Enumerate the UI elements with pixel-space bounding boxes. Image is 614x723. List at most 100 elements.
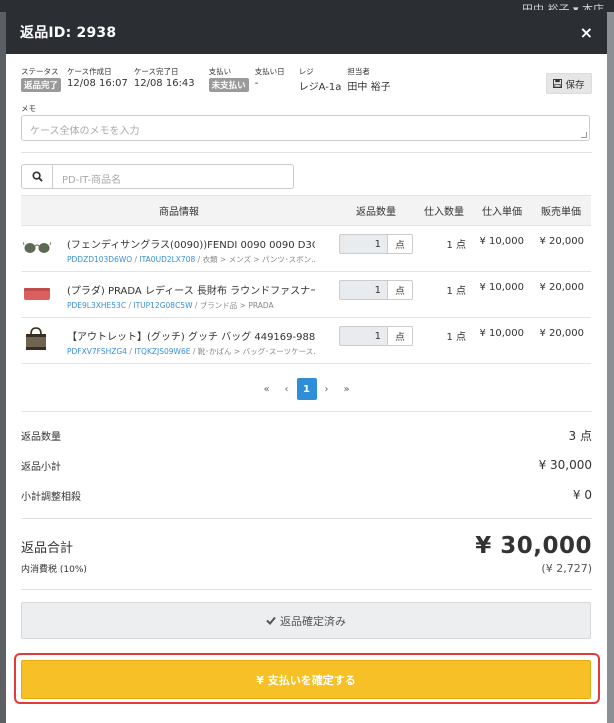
created-field: ケース作成日 12/08 16:07 [67,66,128,89]
product-codes: PDFXV7FSHZG4 / ITQKZJS09W6E / 靴･かばん > バッ… [67,346,315,357]
paid-date-value: - [254,78,259,89]
qty-unit: 点 [388,234,413,254]
search-button[interactable] [21,164,53,189]
pd-code-link[interactable]: PDDZD103D6WO [67,255,132,264]
confirm-payment-button[interactable]: ¥ 支払いを確定する [21,660,591,699]
register-value: レジA-1a [298,82,342,93]
product-name[interactable]: (フェンディサングラス(0090))FENDI 0090 0090 D3O/85… [67,236,315,251]
return-qty-input[interactable]: 1 [339,234,388,254]
register-label: レジ [298,67,314,76]
memo-label: メモ [21,104,36,113]
header-purchase-price: 仕入単価 [473,195,531,226]
sale-price: ¥ 20,000 [531,317,591,364]
purchase-price: ¥ 10,000 [473,225,531,272]
return-qty-input[interactable]: 1 [339,280,388,300]
tax-label: 内消費税 (10%) [21,564,87,575]
modal-body: ステータス 返品完了 ケース作成日 12/08 16:07 ケース完了日 12/… [6,54,607,639]
summary-adjust-value: ¥ 0 [572,488,592,502]
sunglasses-icon [22,241,52,253]
staff-field: 担当者 田中 裕子 [347,66,390,93]
it-code-link[interactable]: ITA0UD2LX708 [139,255,195,264]
search-icon [31,171,43,182]
return-qty-field: 1 点 [339,234,415,254]
table-row[interactable]: 【アウトレット】(グッチ) グッチ バッグ 449169-9886 GUCC..… [21,317,591,364]
product-name[interactable]: (プラダ) PRADA レディース 長財布 ラウンドファスナー OU... [67,282,315,297]
resize-grip-icon[interactable] [581,132,587,138]
return-items-table: 商品情報 返品数量 仕入数量 仕入単価 販売単価 (フェンディサングラス(009… [21,195,591,364]
summary-qty-value: 3 点 [568,428,592,443]
page-first[interactable]: « [257,384,277,395]
qty-unit: 点 [388,280,413,300]
summary-adjust-row: 小計調整相殺 ¥ 0 [21,480,592,510]
product-search: PD-IT-商品名 [21,164,592,189]
status-field: ステータス 返品完了 [21,66,62,92]
divider [21,518,592,519]
product-image [21,225,67,272]
tote-bag-icon [26,327,46,350]
page-current[interactable]: 1 [296,378,317,400]
memo-placeholder: ケース全体のメモを入力 [30,126,140,137]
save-button[interactable]: 保存 [546,73,592,94]
paid-date-label: 支払い日 [254,67,285,76]
pd-code-link[interactable]: PDFXV7FSHZG4 [67,347,127,356]
purchase-qty: 1 点 [415,225,473,272]
summary-qty-row: 返品数量 3 点 [21,420,592,450]
summary-subtotal-label: 返品小計 [21,461,61,473]
product-category: 衣類 > メンズ > パンツ･スボン... [202,255,315,264]
tax-row: 内消費税 (10%) (¥ 2,727) [21,561,592,575]
modal-title: 返品ID: 2938 [20,25,117,41]
close-button[interactable]: × [580,23,593,42]
product-name[interactable]: 【アウトレット】(グッチ) グッチ バッグ 449169-9886 GUCC..… [67,328,315,343]
memo-field[interactable]: ケース全体のメモを入力 [21,115,590,141]
it-code-link[interactable]: ITUP12G08C5W [133,301,192,310]
pd-code-link[interactable]: PDE9L3XHE53C [67,301,126,310]
tax-value: (¥ 2,727) [541,561,592,575]
header-product: 商品情報 [21,195,337,226]
pagination: « ‹ 1 › » [21,378,592,400]
purchase-qty: 1 点 [415,317,473,364]
it-code-link[interactable]: ITQKZJS09W6E [134,347,190,356]
divider [21,152,592,153]
page-last[interactable]: » [337,384,357,395]
created-label: ケース作成日 [67,67,112,76]
status-badge: 返品完了 [21,78,62,92]
confirmed-label: 返品確定済み [280,614,346,628]
page-next[interactable]: › [317,384,337,395]
purchase-qty: 1 点 [415,271,473,318]
search-input[interactable]: PD-IT-商品名 [53,164,294,189]
purchase-price: ¥ 10,000 [473,271,531,318]
divider [21,589,592,590]
return-qty-field: 1 点 [339,326,415,346]
return-qty-input[interactable]: 1 [339,326,388,346]
check-icon [266,616,276,625]
divider [21,411,592,412]
table-row[interactable]: (プラダ) PRADA レディース 長財布 ラウンドファスナー OU... PD… [21,271,591,318]
return-modal: 返品ID: 2938 × ステータス 返品完了 ケース作成日 12/08 16:… [6,10,607,723]
header-purchase-qty: 仕入数量 [415,195,473,226]
save-icon [553,79,563,88]
summary-adjust-label: 小計調整相殺 [21,491,81,503]
summary-subtotal-value: ¥ 30,000 [538,458,592,472]
paid-date-field: 支払い日 - [255,66,285,89]
return-confirmed-button[interactable]: 返品確定済み [21,602,591,639]
created-value: 12/08 16:07 [67,78,128,89]
staff-label: 担当者 [347,67,370,76]
product-codes: PDDZD103D6WO / ITA0UD2LX708 / 衣類 > メンズ >… [67,254,315,265]
product-category: 靴･かばん > バッグ･スーツケース... [197,347,315,356]
completed-value: 12/08 16:43 [133,78,195,89]
table-row[interactable]: (フェンディサングラス(0090))FENDI 0090 0090 D3O/85… [21,225,591,272]
payment-field: 支払い 未支払い [208,66,249,92]
summary-subtotal-row: 返品小計 ¥ 30,000 [21,450,592,480]
header-sale-price: 販売単価 [531,195,591,226]
product-category: ブランド品 > PRADA [199,301,274,310]
product-image [21,271,67,318]
modal-header: 返品ID: 2938 × [6,10,607,54]
table-header-row: 商品情報 返品数量 仕入数量 仕入単価 販売単価 [21,195,591,226]
qty-unit: 点 [388,326,413,346]
total-value: ¥ 30,000 [475,533,592,559]
staff-value: 田中 裕子 [347,82,391,93]
register-field: レジ レジA-1a [299,66,342,93]
page-prev[interactable]: ‹ [277,384,297,395]
payment-badge: 未支払い [208,78,249,92]
return-qty-field: 1 点 [339,280,415,300]
